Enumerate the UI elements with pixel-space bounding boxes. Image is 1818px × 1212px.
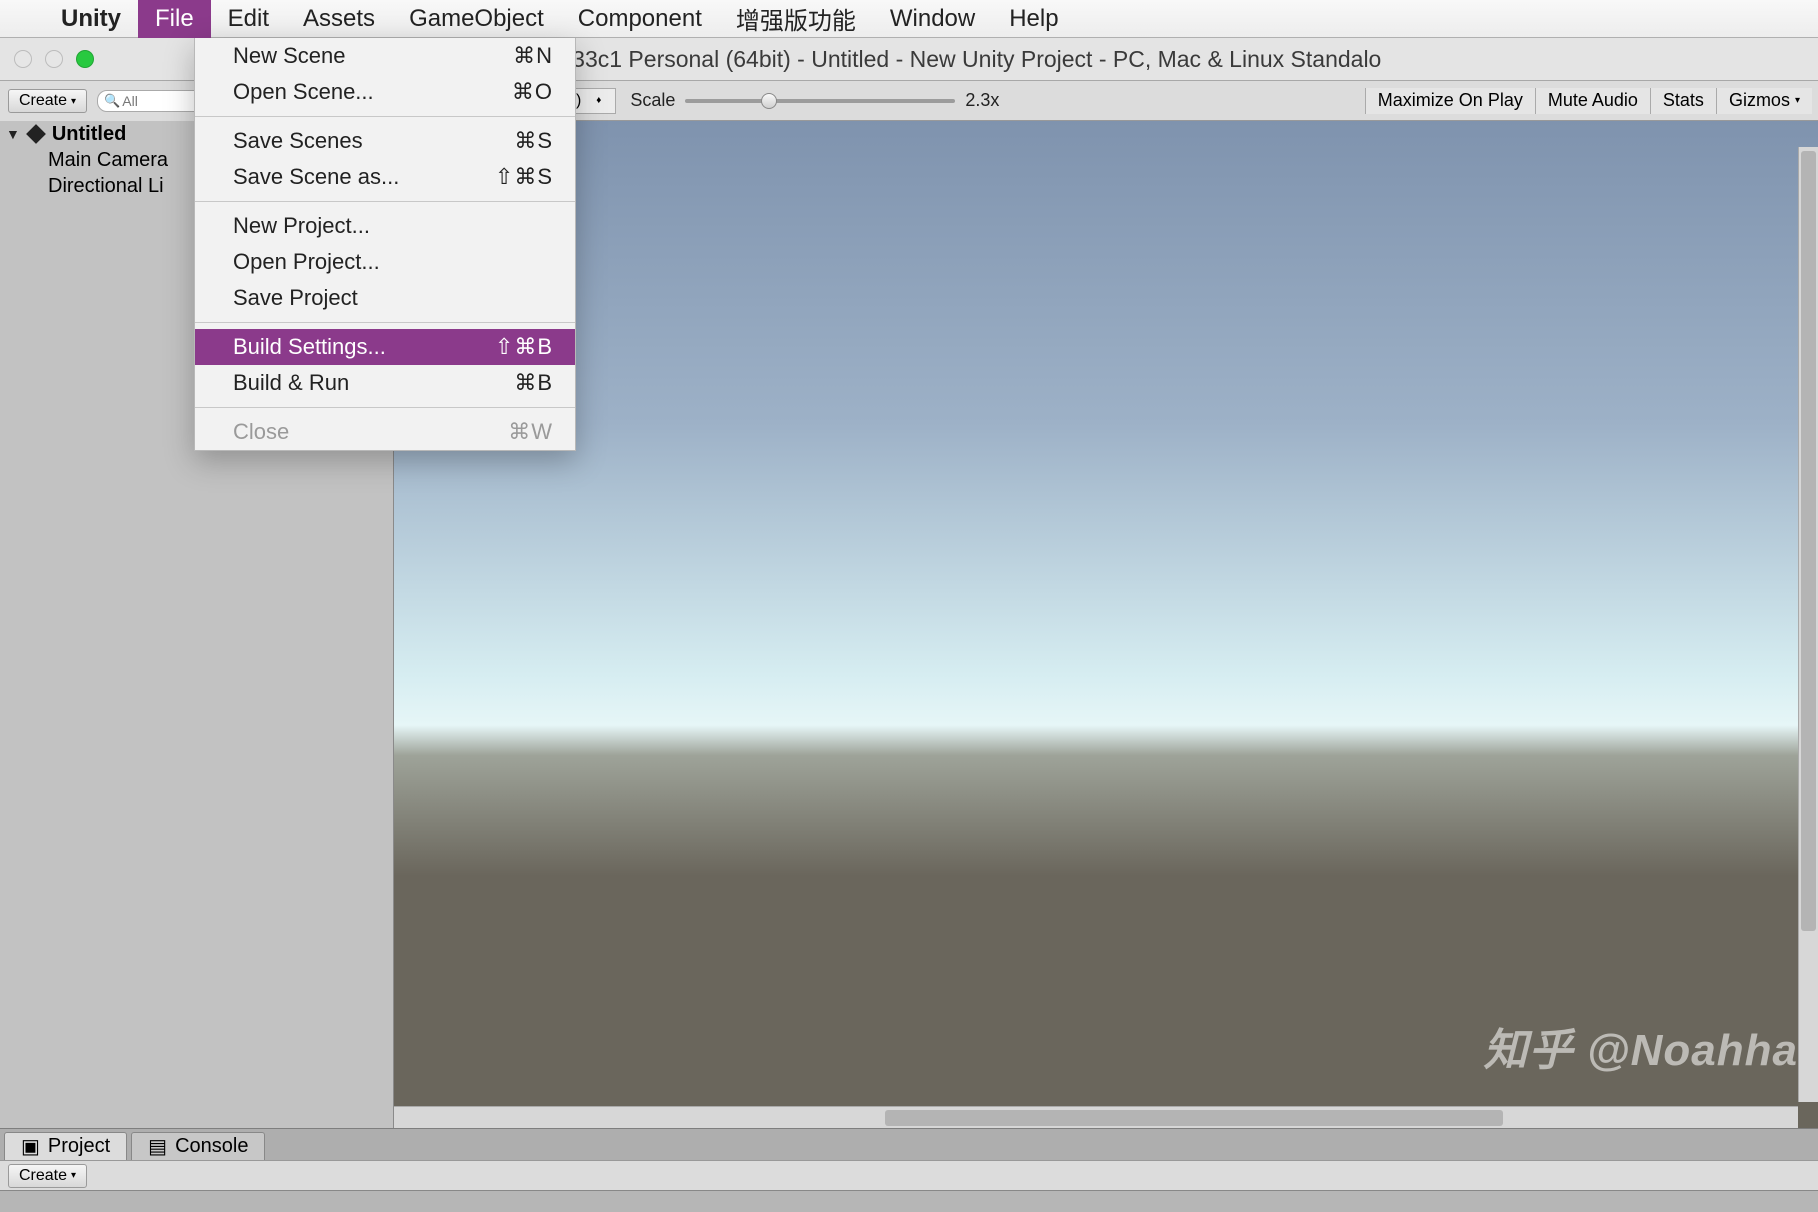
viewport-horizontal-scrollbar[interactable] (394, 1106, 1798, 1128)
project-create-button[interactable]: Create▾ (8, 1164, 87, 1188)
toggle-stats[interactable]: Stats (1650, 88, 1716, 114)
macos-menubar: Unity File Edit Assets GameObject Compon… (0, 0, 1818, 38)
menu-open-project[interactable]: Open Project... (195, 244, 575, 280)
menu-window[interactable]: Window (873, 0, 992, 38)
scrollbar-thumb[interactable] (1801, 151, 1816, 931)
game-view-toolbar: Standalone (1024x768) ♦ Scale 2.3x Maxim… (394, 81, 1818, 121)
tab-console[interactable]: ▤ Console (131, 1132, 265, 1160)
menu-assets[interactable]: Assets (286, 0, 392, 38)
menu-close: Close⌘W (195, 414, 575, 450)
menu-separator (195, 322, 575, 323)
file-menu-dropdown: New Scene⌘N Open Scene...⌘O Save Scenes⌘… (194, 38, 576, 451)
toggle-maximize-on-play[interactable]: Maximize On Play (1365, 88, 1535, 114)
tab-project[interactable]: ▣ Project (4, 1132, 127, 1160)
window-close-button[interactable] (14, 50, 32, 68)
menu-save-scene-as[interactable]: Save Scene as...⇧⌘S (195, 159, 575, 195)
menu-separator (195, 116, 575, 117)
menu-gameobject[interactable]: GameObject (392, 0, 561, 38)
menu-save-scenes[interactable]: Save Scenes⌘S (195, 123, 575, 159)
toggle-mute-audio[interactable]: Mute Audio (1535, 88, 1650, 114)
folder-icon: ▣ (21, 1134, 40, 1159)
scale-slider-thumb[interactable] (761, 93, 777, 109)
game-render (394, 121, 1818, 1128)
menu-edit[interactable]: Edit (211, 0, 286, 38)
window-maximize-button[interactable] (76, 50, 94, 68)
bottom-tab-strip: ▣ Project ▤ Console (0, 1128, 1818, 1160)
menu-new-scene[interactable]: New Scene⌘N (195, 38, 575, 74)
disclosure-triangle-icon[interactable]: ▼ (6, 126, 20, 142)
game-viewport[interactable]: 知乎 @Noahha (394, 121, 1818, 1128)
menu-component[interactable]: Component (561, 0, 719, 38)
scale-label: Scale (630, 90, 675, 111)
unity-scene-icon (26, 124, 46, 144)
search-icon: 🔍 (104, 93, 120, 109)
console-icon: ▤ (148, 1134, 167, 1159)
scrollbar-thumb[interactable] (885, 1110, 1503, 1126)
menu-new-project[interactable]: New Project... (195, 208, 575, 244)
project-toolbar: Create▾ (0, 1160, 1818, 1190)
menu-separator (195, 407, 575, 408)
hierarchy-create-button[interactable]: Create▾ (8, 89, 87, 113)
window-minimize-button[interactable] (45, 50, 63, 68)
menu-save-project[interactable]: Save Project (195, 280, 575, 316)
menu-build-run[interactable]: Build & Run⌘B (195, 365, 575, 401)
viewport-vertical-scrollbar[interactable] (1798, 147, 1818, 1102)
menu-file[interactable]: File (138, 0, 211, 38)
toggle-gizmos[interactable]: Gizmos ▾ (1716, 88, 1812, 114)
menu-open-scene[interactable]: Open Scene...⌘O (195, 74, 575, 110)
window-title: Unity 2017.4.33c1 Personal (64bit) - Unt… (437, 46, 1382, 73)
menu-enhanced[interactable]: 增强版功能 (719, 0, 873, 38)
status-bar (0, 1190, 1818, 1212)
menu-build-settings[interactable]: Build Settings...⇧⌘B (195, 329, 575, 365)
scale-slider[interactable] (685, 99, 955, 103)
menu-app[interactable]: Unity (44, 0, 138, 38)
scale-value: 2.3x (965, 90, 999, 111)
menu-help[interactable]: Help (992, 0, 1075, 38)
menu-separator (195, 201, 575, 202)
traffic-lights (0, 50, 94, 68)
